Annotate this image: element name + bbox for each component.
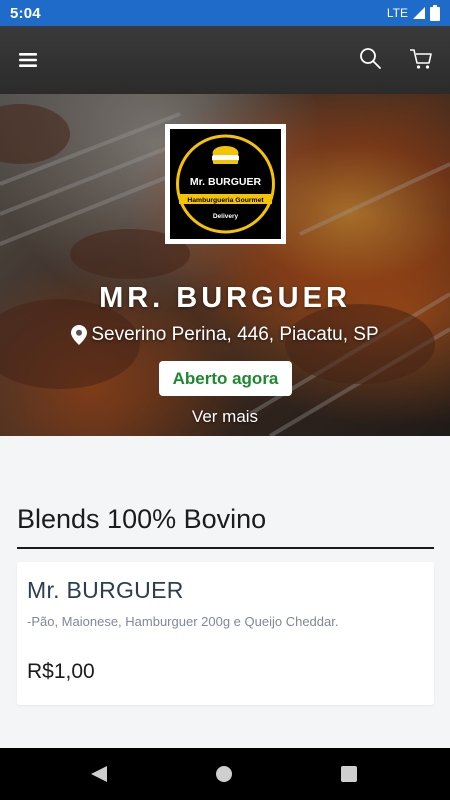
store-status-badge: Aberto agora <box>159 361 292 396</box>
recent-apps-icon[interactable] <box>341 766 357 782</box>
product-name: Mr. BURGUER <box>27 577 184 603</box>
store-address: Severino Perina, 446, Piacatu, SP <box>0 324 450 346</box>
menu-icon <box>19 53 37 67</box>
store-hero: Mr. BURGUER Hamburgueria Gourmet Deliver… <box>0 94 450 436</box>
product-description: -Pão, Maionese, Hamburguer 200g e Queijo… <box>27 614 339 629</box>
section-title: Blends 100% Bovino <box>17 504 267 534</box>
status-time: 5:04 <box>10 4 41 22</box>
store-logo: Mr. BURGUER Hamburgueria Gourmet Deliver… <box>165 124 286 244</box>
logo-badge: Mr. BURGUER Hamburgueria Gourmet Deliver… <box>170 129 281 239</box>
search-button[interactable] <box>358 46 382 70</box>
logo-graphic: Mr. BURGUER Hamburgueria Gourmet Deliver… <box>176 134 275 234</box>
status-icons: LTE <box>387 5 440 21</box>
product-card[interactable]: Mr. BURGUER -Pão, Maionese, Hamburguer 2… <box>17 562 434 705</box>
logo-tagline-text: Delivery <box>213 213 239 220</box>
cart-icon <box>410 49 432 69</box>
section-divider <box>17 547 434 549</box>
menu-button[interactable] <box>18 50 38 70</box>
back-icon[interactable] <box>89 765 109 783</box>
location-pin-icon <box>71 325 88 345</box>
see-more-link[interactable]: Ver mais <box>0 407 450 427</box>
network-label: LTE <box>386 6 408 20</box>
signal-icon <box>413 7 425 19</box>
search-icon <box>360 48 381 69</box>
store-address-text: Severino Perina, 446, Piacatu, SP <box>91 324 379 345</box>
status-bar: 5:04 LTE <box>0 0 450 26</box>
logo-brand-text: Mr. BURGUER <box>190 176 262 188</box>
logo-ribbon-text: Hamburgueria Gourmet <box>187 197 264 204</box>
cart-button[interactable] <box>408 46 434 72</box>
product-price: R$1,00 <box>27 660 95 683</box>
system-nav-bar <box>0 748 450 800</box>
app-bar <box>0 26 450 94</box>
store-name: MR. BURGUER <box>99 282 351 314</box>
home-icon[interactable] <box>216 766 232 782</box>
battery-icon <box>430 5 440 21</box>
